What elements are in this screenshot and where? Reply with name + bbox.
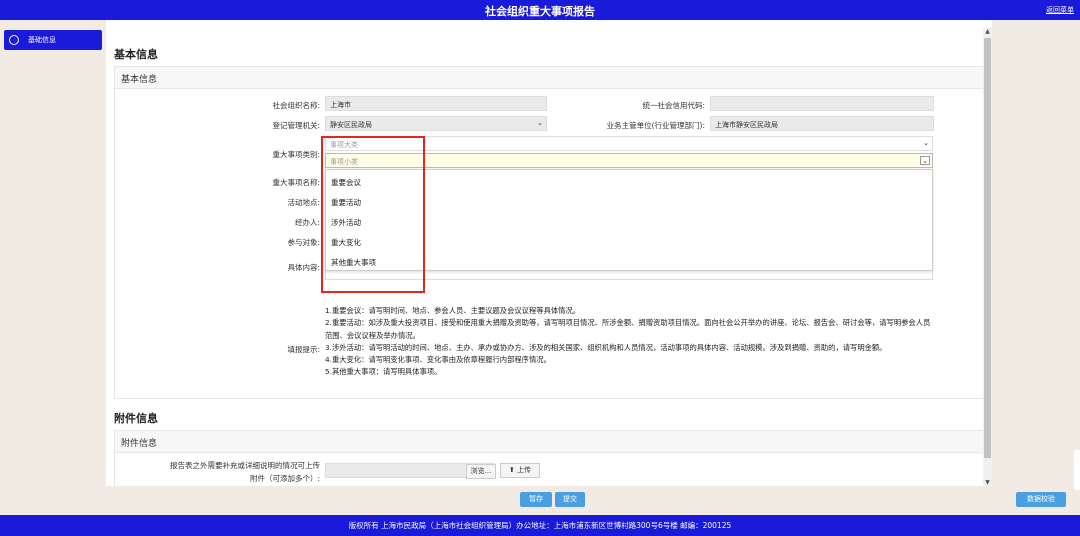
hint-line: 5.其他重大事项：请写明具体事项。	[325, 367, 442, 377]
circle-icon	[9, 35, 19, 45]
attachment-panel-title: 附件信息	[115, 431, 983, 453]
chevron-down-icon: ⌄	[923, 139, 929, 147]
hint-line: 2.重要活动：如涉及重大投资项目、接受和使用重大捐赠及资助等，请写明项目情况、所…	[325, 318, 931, 340]
side-tab-handle[interactable]	[1074, 450, 1080, 490]
submit-button[interactable]: 提交	[555, 492, 585, 507]
basic-info-heading: 基本信息	[114, 48, 158, 61]
scroll-up-icon[interactable]: ▲	[983, 28, 992, 35]
credit-code-label: 统一社会信用代码:	[642, 101, 705, 110]
org-name-field[interactable]: 上海市	[325, 96, 547, 111]
scrollbar[interactable]: ▲ ▼	[983, 28, 992, 486]
reg-authority-value: 静安区民政局	[330, 121, 372, 129]
footer: 版权所有 上海市民政局（上海市社会组织管理局）办公地址：上海市浦东新区世博村路3…	[0, 515, 1080, 536]
data-verify-button[interactable]: 数据校验	[1016, 492, 1066, 507]
org-name-label: 社会组织名称:	[272, 101, 320, 110]
hint-line: 1.重要会议：请写明时间、地点、参会人员、主要议题及会议议程等具体情况。	[325, 306, 581, 315]
sidebar-item-label: 基础信息	[28, 36, 56, 44]
attachment-label-line1: 报告表之外需要补充或详细说明的情况可上传	[170, 461, 320, 470]
sidebar-item-basic-info[interactable]: 基础信息	[4, 30, 102, 50]
browse-button[interactable]: 浏览...	[466, 464, 496, 479]
user-upload-icon: ⬆	[508, 466, 515, 474]
reg-authority-select[interactable]: 静安区民政局 ⌄	[325, 116, 547, 131]
page-title: 社会组织重大事项报告	[485, 5, 595, 18]
handler-label: 经办人:	[294, 218, 320, 227]
hint-line: 4.重大变化：请写明变化事项、变化事由及依章程履行内部程序情况。	[325, 355, 551, 365]
supervisor-label: 业务主管单位(行业管理部门):	[606, 121, 705, 130]
attachment-label-line2: 附件（可添加多个）:	[249, 474, 320, 483]
chevron-down-icon: ⌄	[537, 119, 543, 127]
credit-code-field[interactable]	[710, 96, 934, 111]
event-name-label: 重大事项名称:	[272, 178, 320, 187]
content-label: 具体内容:	[287, 263, 320, 272]
participants-label: 参与对象:	[287, 238, 320, 247]
upload-button[interactable]: ⬆ 上传	[500, 463, 540, 478]
basic-info-panel-title: 基本信息	[115, 67, 983, 89]
category-label: 重大事项类别:	[272, 150, 320, 159]
sidebar: 基础信息	[0, 20, 106, 516]
location-label: 活动地点:	[287, 198, 320, 207]
top-bar: 社会组织重大事项报告 返回菜单	[0, 0, 1080, 20]
hint-label: 填报提示:	[287, 345, 320, 354]
back-to-menu-link[interactable]: 返回菜单	[1046, 5, 1074, 15]
attachment-heading: 附件信息	[114, 412, 158, 425]
chevron-down-icon: ⌄	[920, 156, 930, 165]
supervisor-field[interactable]: 上海市静安区民政局	[710, 116, 934, 131]
save-draft-button[interactable]: 暂存	[520, 492, 552, 507]
fill-hints: 1.重要会议：请写明时间、地点、参会人员、主要议题及会议议程等具体情况。 2.重…	[325, 305, 935, 379]
scrollbar-thumb[interactable]	[984, 38, 991, 458]
highlight-box	[321, 136, 425, 293]
hint-line: 3.涉外活动：请写明活动的时间、地点、主办、承办或协办方、涉及的相关国家、组织机…	[325, 342, 887, 352]
reg-authority-label: 登记管理机关:	[272, 121, 320, 130]
upload-label: 上传	[517, 466, 532, 474]
scroll-down-icon[interactable]: ▼	[983, 479, 992, 486]
